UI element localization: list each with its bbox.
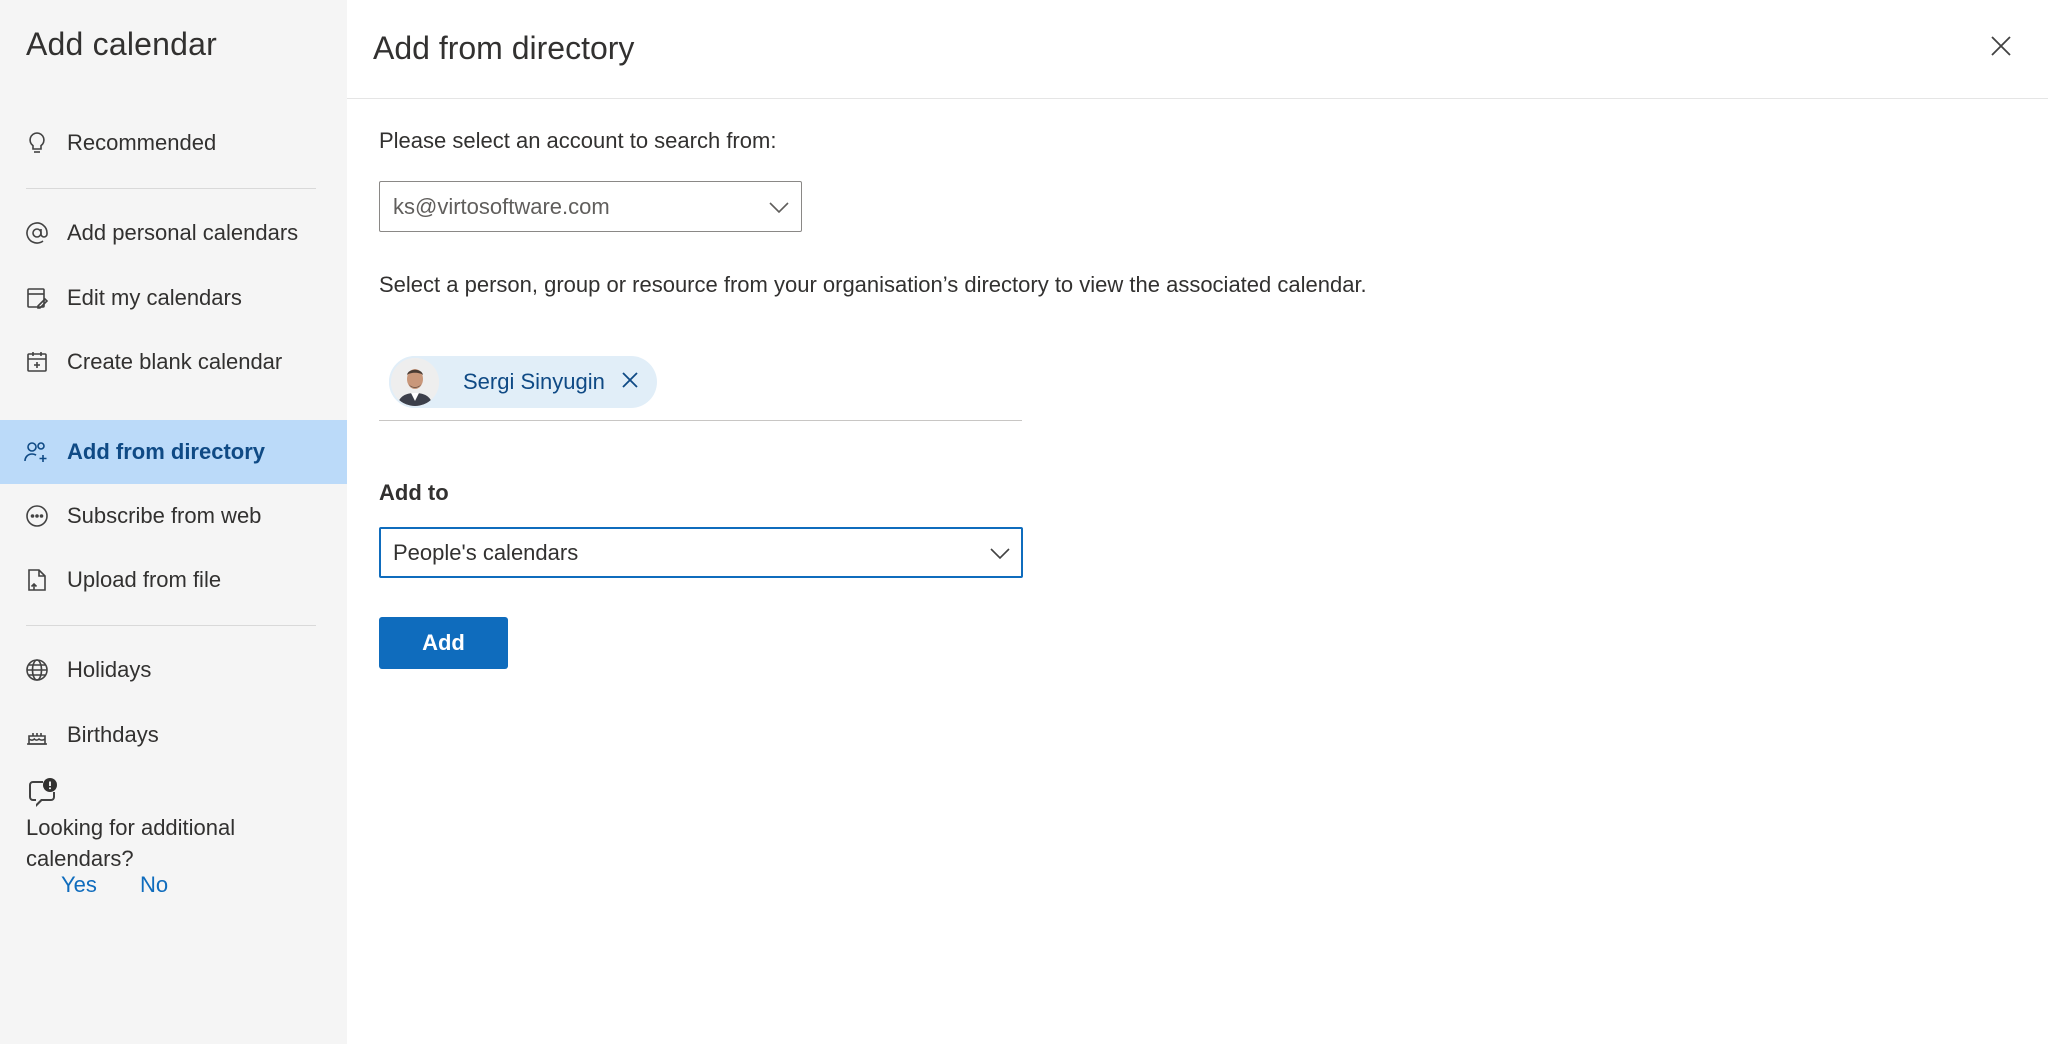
sidebar-item-label: Add from directory	[67, 439, 266, 464]
feedback-question: Looking for additional calendars?	[26, 815, 236, 871]
sidebar-item-add-from-directory[interactable]: Add from directory	[0, 420, 347, 484]
sidebar-item-subscribe-web[interactable]: Subscribe from web	[0, 484, 347, 548]
add-button[interactable]: Add	[379, 617, 508, 669]
sidebar-item-birthdays[interactable]: Birthdays	[0, 703, 347, 767]
file-upload-icon	[24, 567, 50, 593]
account-prompt: Please select an account to search from:	[379, 128, 777, 153]
sidebar-item-create-blank[interactable]: Create blank calendar	[0, 330, 347, 394]
page-title: Add from directory	[373, 30, 635, 66]
account-dropdown-value: ks@virtosoftware.com	[393, 194, 610, 219]
add-to-dropdown-value: People's calendars	[393, 540, 579, 565]
main-panel: Add from directory Please select an acco…	[347, 0, 2048, 1044]
close-icon	[621, 371, 639, 394]
sidebar-item-label: Upload from file	[67, 567, 222, 592]
close-button[interactable]	[1985, 32, 2017, 64]
globe-icon	[24, 657, 50, 683]
calendar-add-icon	[24, 349, 50, 375]
sidebar-item-label: Edit my calendars	[67, 285, 242, 310]
people-add-icon	[24, 439, 50, 465]
chevron-down-icon	[767, 195, 791, 219]
chevron-down-icon	[988, 541, 1012, 565]
add-to-label: Add to	[379, 480, 449, 505]
sidebar-item-upload-file[interactable]: Upload from file	[0, 548, 347, 612]
sidebar-divider	[26, 188, 316, 189]
sidebar-item-label: Birthdays	[67, 722, 159, 747]
remove-person-button[interactable]	[617, 369, 643, 395]
close-icon	[1990, 35, 2012, 62]
account-dropdown[interactable]: ks@virtosoftware.com	[379, 181, 802, 232]
sidebar-item-recommended[interactable]: Recommended	[0, 111, 347, 175]
web-link-icon	[24, 503, 50, 529]
sidebar-item-edit-calendars[interactable]: Edit my calendars	[0, 266, 347, 330]
avatar	[389, 356, 441, 408]
directory-description: Select a person, group or resource from …	[379, 272, 1367, 297]
sidebar-divider	[26, 625, 316, 626]
add-to-dropdown[interactable]: People's calendars	[379, 527, 1023, 578]
chat-alert-icon	[26, 777, 58, 809]
sidebar-item-label: Create blank calendar	[67, 349, 283, 374]
edit-calendar-icon	[24, 285, 50, 311]
main-header: Add from directory	[347, 0, 2048, 99]
feedback-no-link[interactable]: No	[140, 872, 168, 898]
feedback-yes-link[interactable]: Yes	[61, 872, 97, 898]
selected-person-name: Sergi Sinyugin	[463, 369, 605, 394]
sidebar-item-label: Subscribe from web	[67, 503, 262, 528]
sidebar-title: Add calendar	[26, 26, 217, 62]
sidebar-item-label: Add personal calendars	[67, 220, 299, 245]
sidebar-item-holidays[interactable]: Holidays	[0, 638, 347, 702]
at-sign-icon	[24, 220, 50, 246]
cake-icon	[24, 722, 50, 748]
sidebar-item-add-personal[interactable]: Add personal calendars	[0, 201, 347, 265]
people-picker[interactable]: Sergi Sinyugin	[379, 354, 1022, 421]
selected-person-chip[interactable]: Sergi Sinyugin	[389, 356, 657, 408]
lightbulb-icon	[24, 130, 50, 156]
sidebar: Add calendar Recommended Add personal ca…	[0, 0, 347, 1044]
sidebar-item-label: Recommended	[67, 130, 217, 155]
sidebar-item-label: Holidays	[67, 657, 152, 682]
